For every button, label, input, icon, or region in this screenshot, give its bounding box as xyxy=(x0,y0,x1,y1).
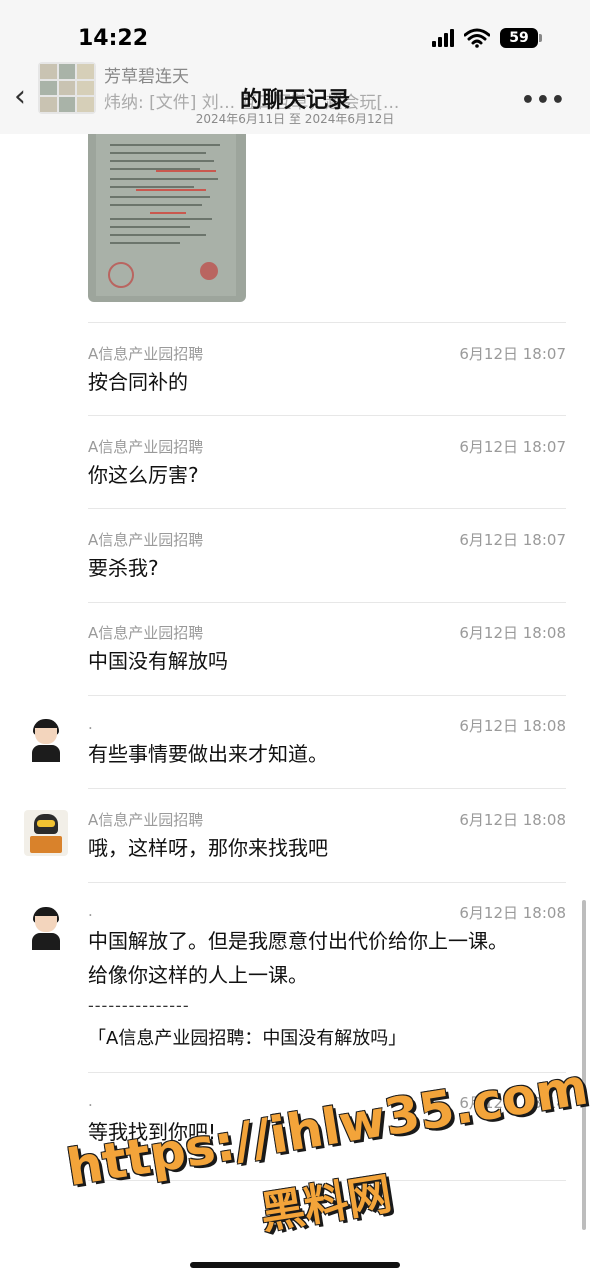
message-divider xyxy=(88,1180,566,1181)
message-time: 6月12日 18:08 xyxy=(459,904,566,922)
message-time: 6月12日 18:07 xyxy=(459,345,566,363)
message-sender: . xyxy=(88,902,93,920)
message-text[interactable]: 按合同补的 xyxy=(88,367,188,397)
message-divider xyxy=(88,322,566,323)
message-sender: A信息产业园招聘 xyxy=(88,345,204,363)
message-time: 6月12日 18:14 xyxy=(459,1094,566,1112)
scrollbar[interactable] xyxy=(582,900,586,1230)
message-divider xyxy=(88,882,566,883)
message-time: 6月12日 18:08 xyxy=(459,624,566,642)
message-text[interactable]: 要杀我? xyxy=(88,553,159,583)
quote-separator: --------------- xyxy=(88,996,190,1015)
red-stamp-icon xyxy=(200,262,218,280)
battery-level: 59 xyxy=(509,30,529,46)
chat-history-header: ‹ 芳草碧连天 炜纳: [文件] 刘... 互口互草，超会玩[... 的聊天记录… xyxy=(0,56,590,134)
quoted-message[interactable]: 「A信息产业园招聘：中国没有解放吗」 xyxy=(88,1024,406,1054)
message-text[interactable]: 有些事情要做出来才知道。 xyxy=(88,739,328,769)
message-divider xyxy=(88,695,566,696)
message-text-line-1[interactable]: 中国解放了。但是我愿意付出代价给你上一课。 xyxy=(88,926,508,956)
status-bar: 14:22 59 xyxy=(0,0,590,56)
more-options-button[interactable]: ••• xyxy=(521,88,566,113)
avatar[interactable] xyxy=(24,904,68,950)
message-divider xyxy=(88,508,566,509)
home-indicator[interactable] xyxy=(190,1262,400,1268)
cellular-signal-icon xyxy=(432,29,454,47)
message-sender: A信息产业园招聘 xyxy=(88,811,204,829)
message-text[interactable]: 等我找到你吧! xyxy=(88,1117,216,1147)
avatar[interactable] xyxy=(24,716,68,762)
message-text[interactable]: 中国没有解放吗 xyxy=(88,646,228,676)
watermark-site-name: 黑料网 xyxy=(257,1168,396,1240)
battery-icon: 59 xyxy=(500,28,542,48)
message-divider xyxy=(88,788,566,789)
message-text-line-2[interactable]: 给像你这样的人上一课。 xyxy=(88,960,308,990)
message-sender: A信息产业园招聘 xyxy=(88,438,204,456)
message-sender: A信息产业园招聘 xyxy=(88,531,204,549)
message-time: 6月12日 18:08 xyxy=(459,811,566,829)
message-sender: A信息产业园招聘 xyxy=(88,624,204,642)
message-time: 6月12日 18:07 xyxy=(459,438,566,456)
date-range: 2024年6月11日 至 2024年6月12日 xyxy=(195,112,395,126)
red-stamp-icon xyxy=(108,262,134,288)
message-divider xyxy=(88,1072,566,1073)
wifi-icon xyxy=(464,28,490,48)
document-page-thumbnail xyxy=(96,134,236,296)
message-text[interactable]: 你这么厉害? xyxy=(88,460,199,490)
document-image[interactable] xyxy=(88,134,246,302)
watermark: https://ihlw35.com 黑料网 xyxy=(60,1042,590,1280)
message-time: 6月12日 18:07 xyxy=(459,531,566,549)
message-divider xyxy=(88,415,566,416)
status-time: 14:22 xyxy=(78,26,149,51)
status-icons: 59 xyxy=(432,28,542,48)
message-sender: . xyxy=(88,1092,93,1110)
message-divider xyxy=(88,602,566,603)
message-text[interactable]: 哦，这样呀，那你来找我吧 xyxy=(88,833,328,863)
avatar[interactable] xyxy=(24,810,68,856)
message-sender: . xyxy=(88,715,93,733)
message-time: 6月12日 18:08 xyxy=(459,717,566,735)
